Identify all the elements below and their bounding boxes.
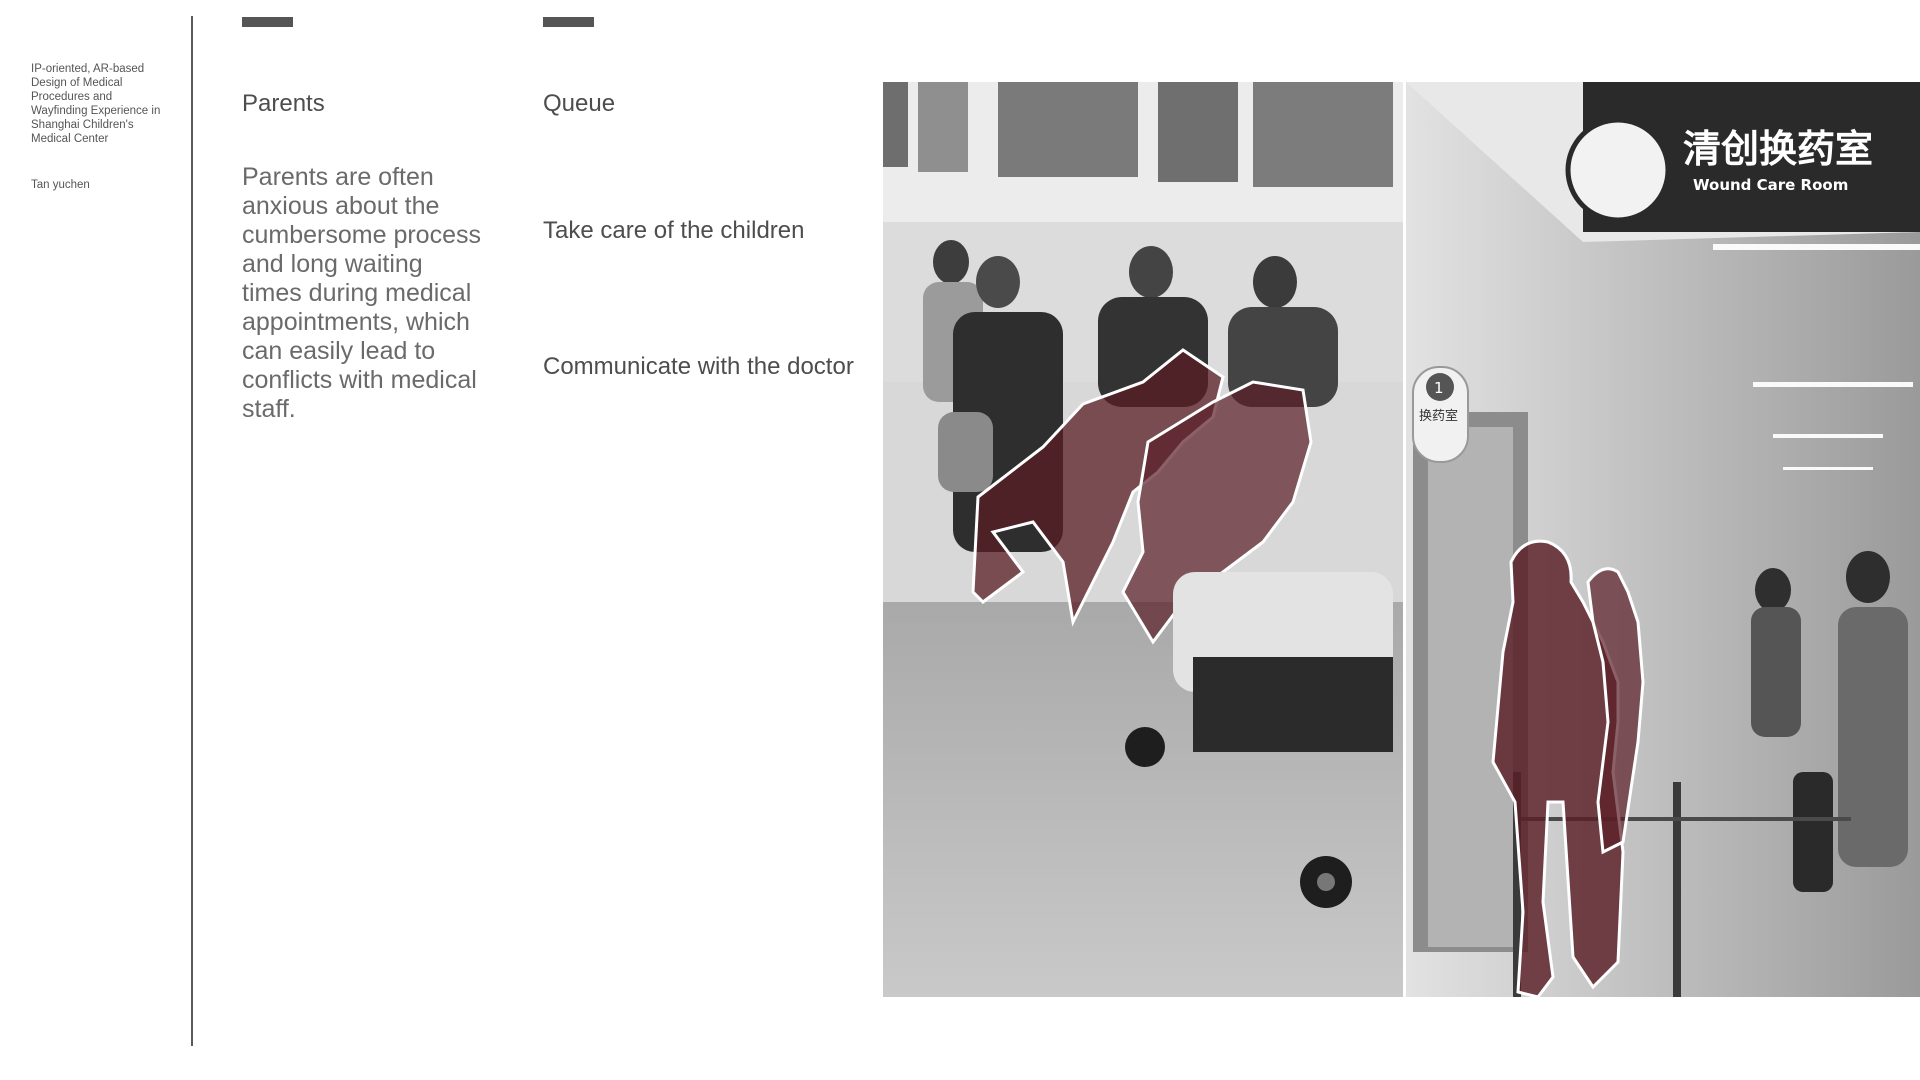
wound-care-sign-chinese: 清创换药室 (1683, 127, 1873, 171)
corridor-panel: 清创换药室 Wound Care Room 1 换药室 (1406, 82, 1920, 997)
queue-heading: Queue (543, 90, 616, 117)
parents-description: Parents are often anxious about the cumb… (242, 163, 481, 423)
room-sign-label: 换药室 (1419, 408, 1458, 424)
room-number: 1 (1434, 379, 1444, 397)
queue-accent-bar (543, 17, 594, 27)
wound-care-sign-english: Wound Care Room (1693, 176, 1848, 194)
parents-heading: Parents (242, 90, 325, 117)
hospital-photo: 清创换药室 Wound Care Room 1 换药室 (883, 82, 1920, 997)
take-care-heading: Take care of the children (543, 217, 805, 244)
author-name: Tan yuchen (31, 179, 90, 191)
communicate-heading: Communicate with the doctor (543, 353, 854, 380)
parents-accent-bar (242, 17, 293, 27)
project-title: IP-oriented, AR-based Design of Medical … (31, 63, 161, 145)
sidebar-divider (191, 16, 193, 1046)
waiting-room-panel (883, 82, 1403, 997)
